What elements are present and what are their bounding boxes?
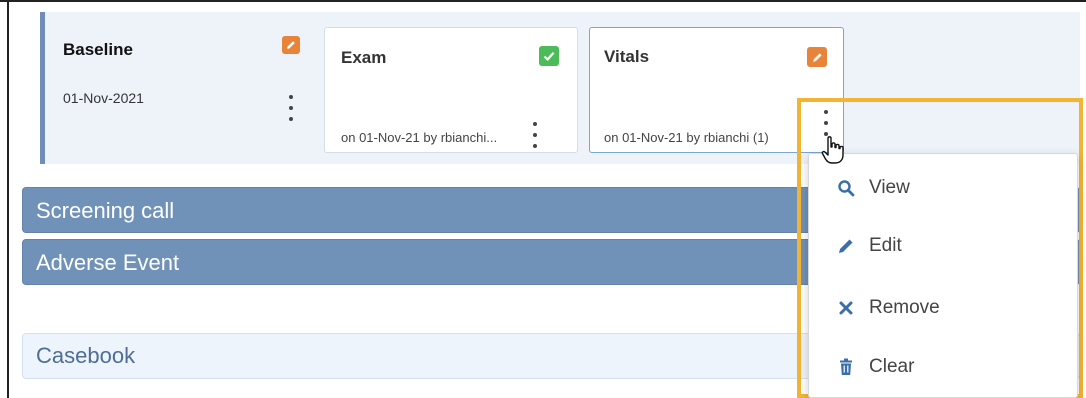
menu-item-remove[interactable]: Remove	[809, 288, 1077, 328]
menu-item-label: Remove	[869, 297, 940, 318]
menu-item-label: Edit	[869, 235, 902, 256]
visit-date: 01-Nov-2021	[63, 90, 144, 106]
menu-item-label: Clear	[869, 356, 915, 377]
visit-title: Baseline	[63, 40, 133, 59]
menu-item-view[interactable]: View	[809, 168, 1077, 208]
trash-icon	[835, 356, 857, 378]
menu-item-edit[interactable]: Edit	[809, 226, 1077, 266]
visit-kebab-menu-button[interactable]	[284, 95, 298, 121]
edit-icon[interactable]	[282, 36, 300, 54]
form-card-title: Exam	[341, 48, 387, 67]
check-icon	[539, 46, 559, 66]
menu-item-label: View	[869, 177, 910, 198]
menu-item-clear[interactable]: Clear	[809, 347, 1077, 387]
context-menu: View Edit Remove Clear	[808, 153, 1078, 398]
vitals-kebab-menu-button[interactable]	[819, 110, 833, 136]
x-icon	[835, 297, 857, 319]
hand-cursor-icon	[820, 135, 846, 165]
form-card-meta: on 01-Nov-21 by rbianchi...	[341, 130, 498, 145]
edit-icon[interactable]	[807, 47, 827, 67]
search-icon	[835, 177, 857, 199]
pencil-icon	[835, 235, 857, 257]
exam-kebab-menu-button[interactable]	[528, 122, 542, 148]
frame-left-border	[7, 0, 9, 398]
form-card-exam[interactable]: Exam on 01-Nov-21 by rbianchi...	[324, 27, 578, 153]
form-card-meta: on 01-Nov-21 by rbianchi (1)	[604, 130, 769, 145]
form-card-title: Vitals	[604, 47, 650, 66]
frame-top-border	[0, 0, 1086, 2]
